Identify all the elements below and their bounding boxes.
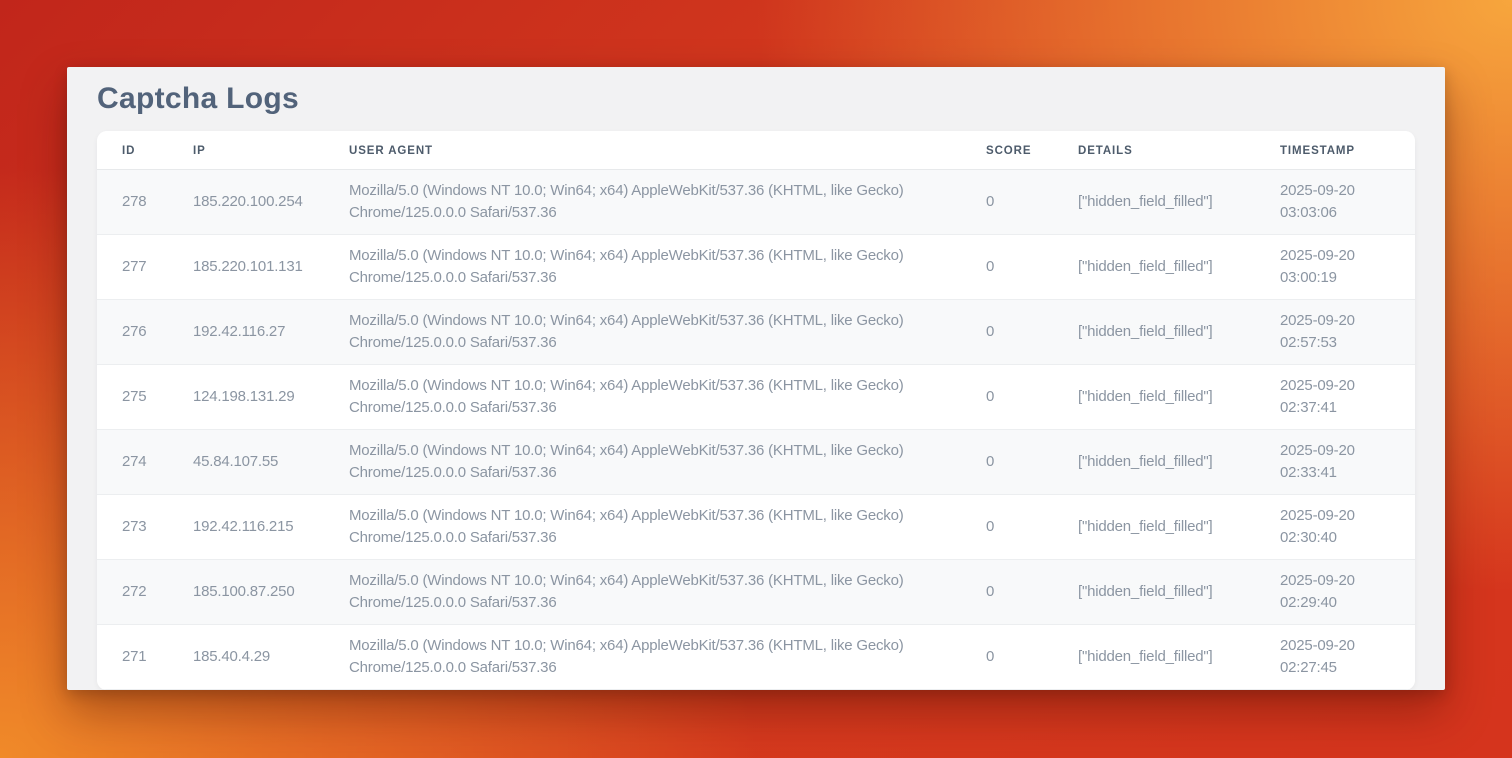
cell-timestamp: 2025-09-20 02:29:40: [1255, 560, 1415, 625]
cell-timestamp: 2025-09-20 03:03:06: [1255, 170, 1415, 235]
cell-timestamp: 2025-09-20 03:00:19: [1255, 235, 1415, 300]
cell-timestamp: 2025-09-20 02:37:41: [1255, 365, 1415, 430]
cell-id: 276: [97, 300, 168, 365]
cell-score: 0: [961, 235, 1053, 300]
cell-score: 0: [961, 365, 1053, 430]
page-title: Captcha Logs: [97, 82, 1415, 116]
cell-id: 271: [97, 625, 168, 690]
cell-user-agent: Mozilla/5.0 (Windows NT 10.0; Win64; x64…: [324, 560, 961, 625]
column-header-id: ID: [97, 131, 168, 170]
cell-details: ["hidden_field_filled"]: [1053, 235, 1255, 300]
cell-user-agent: Mozilla/5.0 (Windows NT 10.0; Win64; x64…: [324, 170, 961, 235]
cell-user-agent: Mozilla/5.0 (Windows NT 10.0; Win64; x64…: [324, 300, 961, 365]
cell-user-agent: Mozilla/5.0 (Windows NT 10.0; Win64; x64…: [324, 430, 961, 495]
cell-id: 277: [97, 235, 168, 300]
cell-user-agent: Mozilla/5.0 (Windows NT 10.0; Win64; x64…: [324, 365, 961, 430]
cell-id: 275: [97, 365, 168, 430]
table-row: 277 185.220.101.131 Mozilla/5.0 (Windows…: [97, 235, 1415, 300]
table-row: 272 185.100.87.250 Mozilla/5.0 (Windows …: [97, 560, 1415, 625]
cell-user-agent: Mozilla/5.0 (Windows NT 10.0; Win64; x64…: [324, 625, 961, 690]
table-row: 276 192.42.116.27 Mozilla/5.0 (Windows N…: [97, 300, 1415, 365]
column-header-user-agent: USER AGENT: [324, 131, 961, 170]
cell-id: 274: [97, 430, 168, 495]
cell-score: 0: [961, 495, 1053, 560]
cell-score: 0: [961, 560, 1053, 625]
cell-ip: 192.42.116.215: [168, 495, 324, 560]
log-table-body: 278 185.220.100.254 Mozilla/5.0 (Windows…: [97, 170, 1415, 690]
cell-id: 272: [97, 560, 168, 625]
cell-score: 0: [961, 430, 1053, 495]
cell-timestamp: 2025-09-20 02:30:40: [1255, 495, 1415, 560]
cell-details: ["hidden_field_filled"]: [1053, 430, 1255, 495]
cell-id: 278: [97, 170, 168, 235]
cell-ip: 192.42.116.27: [168, 300, 324, 365]
cell-ip: 45.84.107.55: [168, 430, 324, 495]
cell-details: ["hidden_field_filled"]: [1053, 625, 1255, 690]
cell-details: ["hidden_field_filled"]: [1053, 495, 1255, 560]
column-header-ip: IP: [168, 131, 324, 170]
cell-ip: 124.198.131.29: [168, 365, 324, 430]
desktop-background: { "page": { "title": "Captcha Logs" }, "…: [0, 0, 1512, 758]
column-header-timestamp: TIMESTAMP: [1255, 131, 1415, 170]
cell-details: ["hidden_field_filled"]: [1053, 170, 1255, 235]
cell-ip: 185.100.87.250: [168, 560, 324, 625]
captcha-logs-card: Captcha Logs ID IP USER AGENT SCORE DETA…: [67, 67, 1445, 690]
table-row: 271 185.40.4.29 Mozilla/5.0 (Windows NT …: [97, 625, 1415, 690]
cell-score: 0: [961, 170, 1053, 235]
cell-ip: 185.220.101.131: [168, 235, 324, 300]
cell-timestamp: 2025-09-20 02:27:45: [1255, 625, 1415, 690]
table-row: 273 192.42.116.215 Mozilla/5.0 (Windows …: [97, 495, 1415, 560]
cell-details: ["hidden_field_filled"]: [1053, 365, 1255, 430]
cell-timestamp: 2025-09-20 02:57:53: [1255, 300, 1415, 365]
table-row: 274 45.84.107.55 Mozilla/5.0 (Windows NT…: [97, 430, 1415, 495]
cell-user-agent: Mozilla/5.0 (Windows NT 10.0; Win64; x64…: [324, 235, 961, 300]
cell-user-agent: Mozilla/5.0 (Windows NT 10.0; Win64; x64…: [324, 495, 961, 560]
cell-id: 273: [97, 495, 168, 560]
cell-timestamp: 2025-09-20 02:33:41: [1255, 430, 1415, 495]
cell-details: ["hidden_field_filled"]: [1053, 560, 1255, 625]
cell-ip: 185.40.4.29: [168, 625, 324, 690]
cell-details: ["hidden_field_filled"]: [1053, 300, 1255, 365]
cell-score: 0: [961, 300, 1053, 365]
captcha-logs-table: ID IP USER AGENT SCORE DETAILS TIMESTAMP…: [97, 131, 1415, 690]
column-header-score: SCORE: [961, 131, 1053, 170]
column-header-details: DETAILS: [1053, 131, 1255, 170]
table-row: 278 185.220.100.254 Mozilla/5.0 (Windows…: [97, 170, 1415, 235]
table-row: 275 124.198.131.29 Mozilla/5.0 (Windows …: [97, 365, 1415, 430]
table-header-row: ID IP USER AGENT SCORE DETAILS TIMESTAMP: [97, 131, 1415, 170]
captcha-logs-table-container: ID IP USER AGENT SCORE DETAILS TIMESTAMP…: [97, 131, 1415, 690]
table-header: ID IP USER AGENT SCORE DETAILS TIMESTAMP: [97, 131, 1415, 170]
cell-ip: 185.220.100.254: [168, 170, 324, 235]
cell-score: 0: [961, 625, 1053, 690]
